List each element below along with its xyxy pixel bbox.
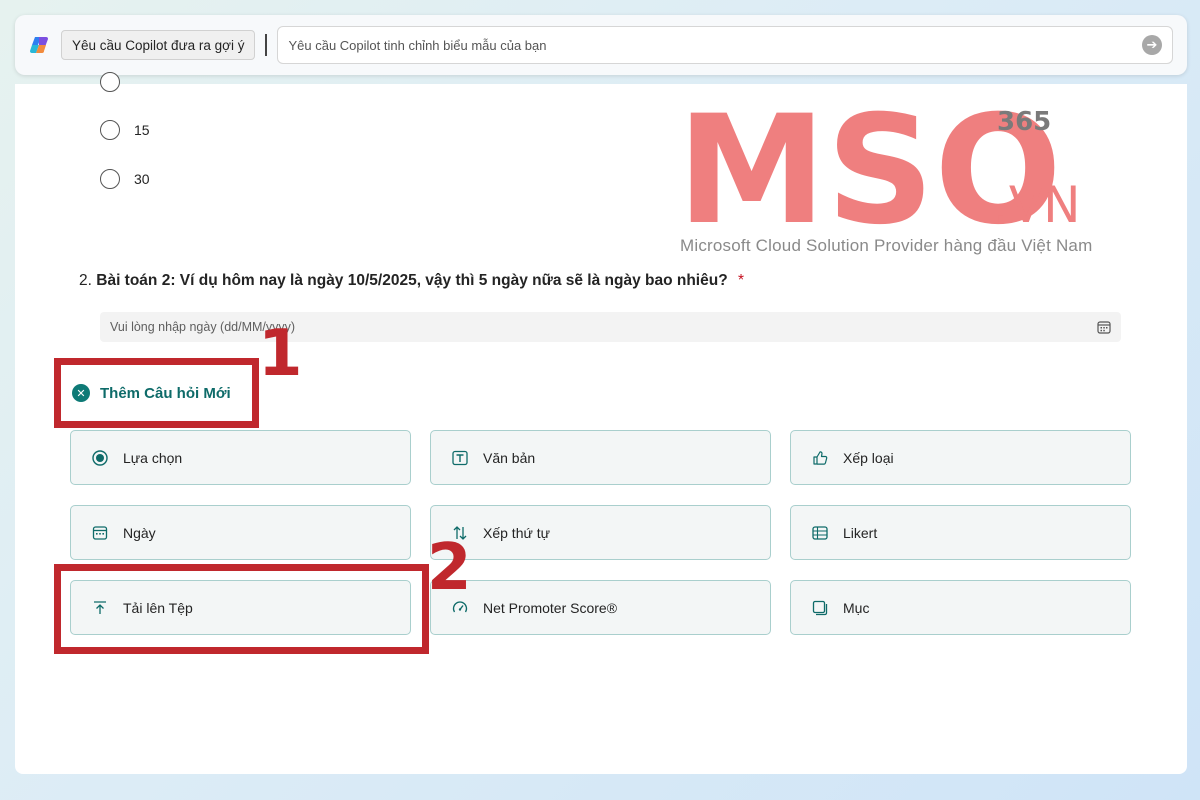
type-option-label: Ngày [123,524,156,541]
required-mark: * [737,272,745,289]
calendar-icon [91,524,109,542]
question-text: Bài toán 2: Ví dụ hôm nay là ngày 10/5/2… [96,272,728,289]
radio-circle[interactable] [100,72,120,92]
type-option-label: Lựa chọn [123,449,183,466]
mso-watermark-logo: MSO 365 .VN [677,90,1081,258]
type-option-label: Likert [843,524,878,541]
date-answer-input[interactable]: Vui lòng nhập ngày (dd/MM/yyyy) [100,312,1121,342]
watermark-badge: 365 [997,107,1051,137]
text-box-icon [451,449,469,467]
copilot-suggest-button[interactable]: Yêu cầu Copilot đưa ra gợi ý [61,30,256,60]
calendar-icon[interactable] [1097,320,1111,334]
radio-option[interactable]: 30 [100,169,150,189]
highlight-box-2 [54,564,429,654]
radio-circle[interactable] [100,120,120,140]
divider [265,34,268,56]
type-option-likert[interactable]: Likert [790,505,1131,560]
type-option-nps[interactable]: Net Promoter Score® [430,580,771,635]
step-number-2: 2 [427,531,472,605]
type-option-label: Xếp loại [843,449,894,466]
step-number-1: 1 [258,317,303,391]
type-option-ranking[interactable]: Xếp thứ tự [430,505,771,560]
watermark-tagline: Microsoft Cloud Solution Provider hàng đ… [680,236,1093,255]
send-arrow-icon[interactable]: ➔ [1142,35,1162,55]
question-number: 2. [79,272,92,289]
radio-option[interactable]: 15 [100,120,150,140]
copilot-logo-icon [30,37,48,53]
likert-grid-icon [811,524,829,542]
radio-option-cut[interactable] [100,72,120,92]
copilot-bar: Yêu cầu Copilot đưa ra gợi ý Yêu cầu Cop… [15,15,1187,75]
type-option-label: Xếp thứ tự [483,524,550,541]
type-option-choice[interactable]: Lựa chọn [70,430,411,485]
watermark-suffix: .VN [993,176,1081,234]
copilot-prompt-placeholder: Yêu cầu Copilot tinh chỉnh biểu mẫu của … [288,37,547,53]
radio-label: 30 [134,171,150,187]
radio-choice-icon [91,449,109,467]
type-option-label: Văn bản [483,449,536,466]
form-card: 15 30 MSO 365 .VN Microsoft Cloud Soluti… [15,72,1187,774]
type-option-label: Mục [843,599,870,616]
highlight-box-1 [54,358,259,428]
type-option-date[interactable]: Ngày [70,505,411,560]
thumb-up-icon [811,449,829,467]
question-title: 2. Bài toán 2: Ví dụ hôm nay là ngày 10/… [79,272,744,290]
radio-circle[interactable] [100,169,120,189]
type-option-section[interactable]: Mục [790,580,1131,635]
copilot-prompt-input[interactable]: Yêu cầu Copilot tinh chỉnh biểu mẫu của … [277,26,1173,64]
type-option-rating[interactable]: Xếp loại [790,430,1131,485]
section-icon [811,599,829,617]
type-option-text[interactable]: Văn bản [430,430,771,485]
type-option-label: Net Promoter Score® [483,599,618,616]
radio-label: 15 [134,122,150,138]
